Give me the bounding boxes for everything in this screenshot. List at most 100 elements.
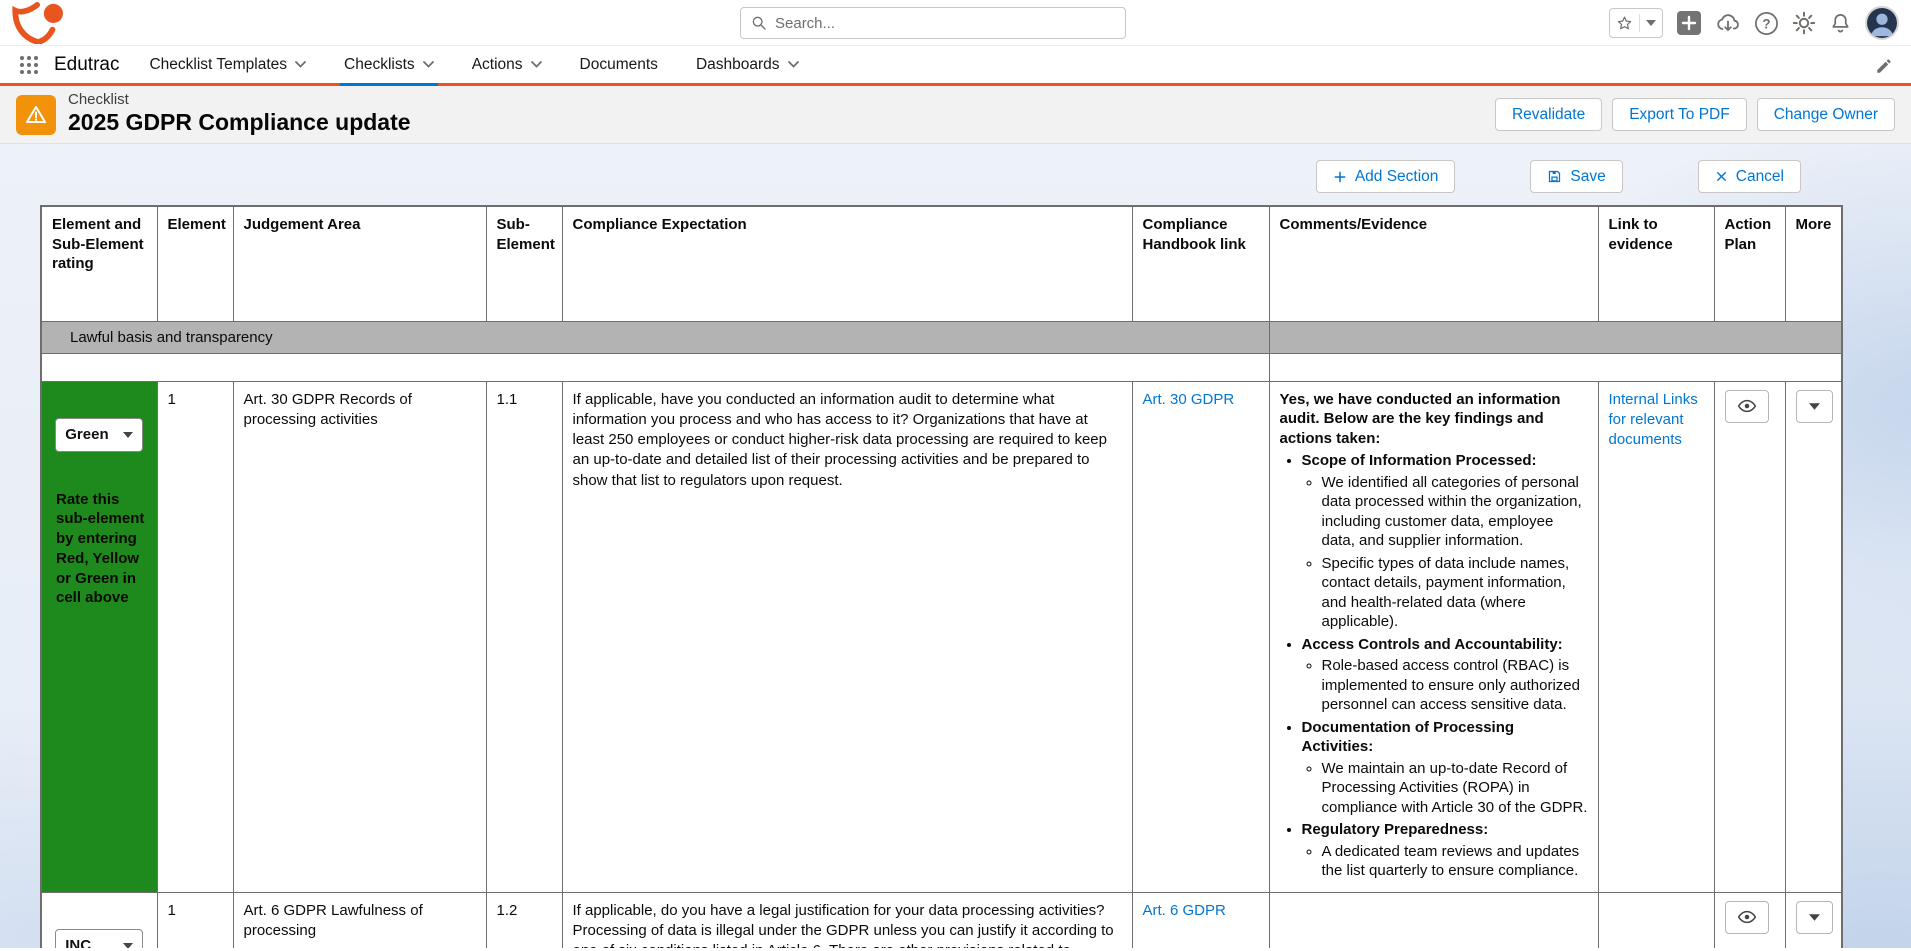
col-header-comments-evidence: Comments/Evidence (1268, 205, 1599, 322)
table-row: Green Rate this sub-element by entering … (40, 380, 1843, 893)
chevron-down-icon[interactable] (530, 61, 542, 68)
eye-icon (1737, 910, 1756, 924)
evidence-link[interactable]: Internal Links for relevant documents (1609, 391, 1698, 449)
help-icon[interactable]: ? (1754, 11, 1779, 36)
save-button[interactable]: Save (1530, 160, 1623, 193)
rating-value: Green (65, 426, 109, 443)
search-icon (751, 15, 767, 31)
user-avatar[interactable] (1865, 6, 1899, 40)
tab-checklist-templates[interactable]: Checklist Templates (149, 46, 306, 83)
tab-label: Actions (471, 55, 523, 73)
tab-dashboards[interactable]: Dashboards (696, 46, 799, 83)
tab-label: Checklist Templates (149, 55, 288, 73)
link-to-evidence-cell (1597, 891, 1715, 948)
save-label: Save (1570, 167, 1606, 185)
main-content: Add Section Save Cancel Element and Sub-… (0, 144, 1911, 948)
empty-row (40, 352, 1843, 382)
chevron-down-icon[interactable] (422, 61, 434, 68)
rating-cell: INC Rate this sub-element by entering Re… (40, 891, 158, 948)
global-create-button[interactable] (1676, 10, 1702, 36)
chevron-down-icon[interactable] (295, 61, 306, 68)
row-more-button[interactable] (1795, 389, 1833, 423)
caret-down-icon (1808, 913, 1820, 921)
app-navigation: Edutrac Checklist Templates Checklists A… (0, 46, 1911, 86)
export-to-pdf-button[interactable]: Export To PDF (1612, 98, 1747, 131)
action-plan-button[interactable] (1724, 900, 1769, 934)
caret-down-icon (123, 431, 134, 438)
app-launcher-button[interactable] (18, 46, 40, 83)
checklist-table: Element and Sub-Element rating Element J… (40, 205, 1843, 948)
table-row: INC Rate this sub-element by entering Re… (40, 891, 1843, 948)
link-to-evidence-cell: Internal Links for relevant documents (1597, 380, 1715, 893)
handbook-link[interactable]: Art. 30 GDPR (1143, 391, 1235, 408)
rating-select[interactable]: Green (55, 417, 144, 452)
search-input[interactable] (775, 14, 1115, 32)
cloud-download-icon[interactable] (1715, 11, 1741, 35)
action-plan-button[interactable] (1724, 389, 1769, 423)
brand-logo (10, 1, 72, 44)
save-icon (1547, 169, 1562, 184)
rating-cell: Green Rate this sub-element by entering … (40, 380, 158, 893)
favorites-control[interactable] (1609, 8, 1663, 38)
empty-cell (1268, 352, 1843, 382)
col-header-element: Element (156, 205, 234, 322)
change-owner-button[interactable]: Change Owner (1756, 98, 1895, 131)
tab-label: Checklists (344, 55, 415, 73)
notifications-bell-icon[interactable] (1829, 12, 1852, 35)
row-more-button[interactable] (1795, 900, 1833, 934)
brand-logo-icon (12, 1, 63, 44)
divider (1639, 14, 1640, 32)
app-name: Edutrac (54, 53, 120, 75)
tab-documents[interactable]: Documents (580, 46, 658, 83)
add-section-button[interactable]: Add Section (1315, 160, 1456, 193)
col-header-rating: Element and Sub-Element rating (40, 205, 158, 322)
action-plan-cell (1713, 380, 1786, 893)
col-header-sub-element: Sub-Element (485, 205, 563, 322)
page-header: Checklist 2025 GDPR Compliance update Re… (0, 86, 1911, 144)
star-icon (1616, 15, 1633, 32)
judgement-area-cell: Art. 30 GDPR Records of processing activ… (232, 380, 487, 893)
section-row: Lawful basis and transparency (40, 320, 1843, 354)
table-header-row: Element and Sub-Element rating Element J… (40, 205, 1843, 322)
setup-gear-icon[interactable] (1792, 11, 1816, 35)
close-icon (1715, 170, 1728, 183)
global-search[interactable] (740, 7, 1126, 39)
rating-select[interactable]: INC (55, 928, 144, 948)
col-header-action-plan: Action Plan (1713, 205, 1786, 322)
handbook-link-cell: Art. 6 GDPR (1131, 891, 1270, 948)
rating-value: INC (65, 937, 92, 948)
section-row-spacer (1268, 320, 1843, 354)
tab-actions[interactable]: Actions (472, 46, 542, 83)
header-icon-cluster: ? (1609, 0, 1899, 46)
col-header-handbook-link: Compliance Handbook link (1131, 205, 1270, 322)
section-title[interactable]: Lawful basis and transparency (40, 320, 1270, 354)
handbook-link[interactable]: Art. 6 GDPR (1143, 902, 1226, 919)
col-header-compliance-expectation: Compliance Expectation (561, 205, 1133, 322)
comments-sub-bullet: Role-based access control (RBAC) is impl… (1322, 656, 1588, 715)
revalidate-button[interactable]: Revalidate (1494, 98, 1603, 131)
caret-down-icon (123, 942, 134, 948)
cancel-button[interactable]: Cancel (1697, 160, 1801, 193)
cancel-label: Cancel (1735, 167, 1784, 185)
action-plan-cell (1713, 891, 1786, 948)
tab-label: Documents (579, 55, 658, 73)
checklist-record-icon (16, 94, 56, 135)
compliance-expectation-cell: If applicable, do you have a legal justi… (561, 891, 1133, 948)
edit-page-pencil-icon[interactable] (1875, 46, 1893, 86)
more-cell (1784, 891, 1843, 948)
comments-bullet: Regulatory Preparedness: A dedicated tea… (1302, 820, 1588, 881)
record-identity: Checklist 2025 GDPR Compliance update (68, 92, 411, 136)
handbook-link-cell: Art. 30 GDPR (1131, 380, 1270, 893)
comments-sub-bullet: Specific types of data include names, co… (1322, 554, 1588, 632)
global-header: ? (0, 0, 1911, 46)
svg-text:?: ? (1762, 16, 1770, 31)
screen: ? Edutrac Checklist Templates Che (0, 0, 1911, 951)
comments-bullet: Scope of Information Processed: We ident… (1302, 451, 1588, 632)
comments-intro: Yes, we have conducted an information au… (1279, 390, 1561, 447)
eye-icon (1737, 399, 1756, 413)
checklist-toolbar: Add Section Save Cancel (0, 144, 1911, 205)
tab-checklists[interactable]: Checklists (340, 46, 438, 86)
chevron-down-icon[interactable] (787, 61, 799, 68)
sub-element-cell: 1.2 (485, 891, 563, 948)
rating-instructions: Rate this sub-element by entering Red, Y… (56, 490, 145, 607)
